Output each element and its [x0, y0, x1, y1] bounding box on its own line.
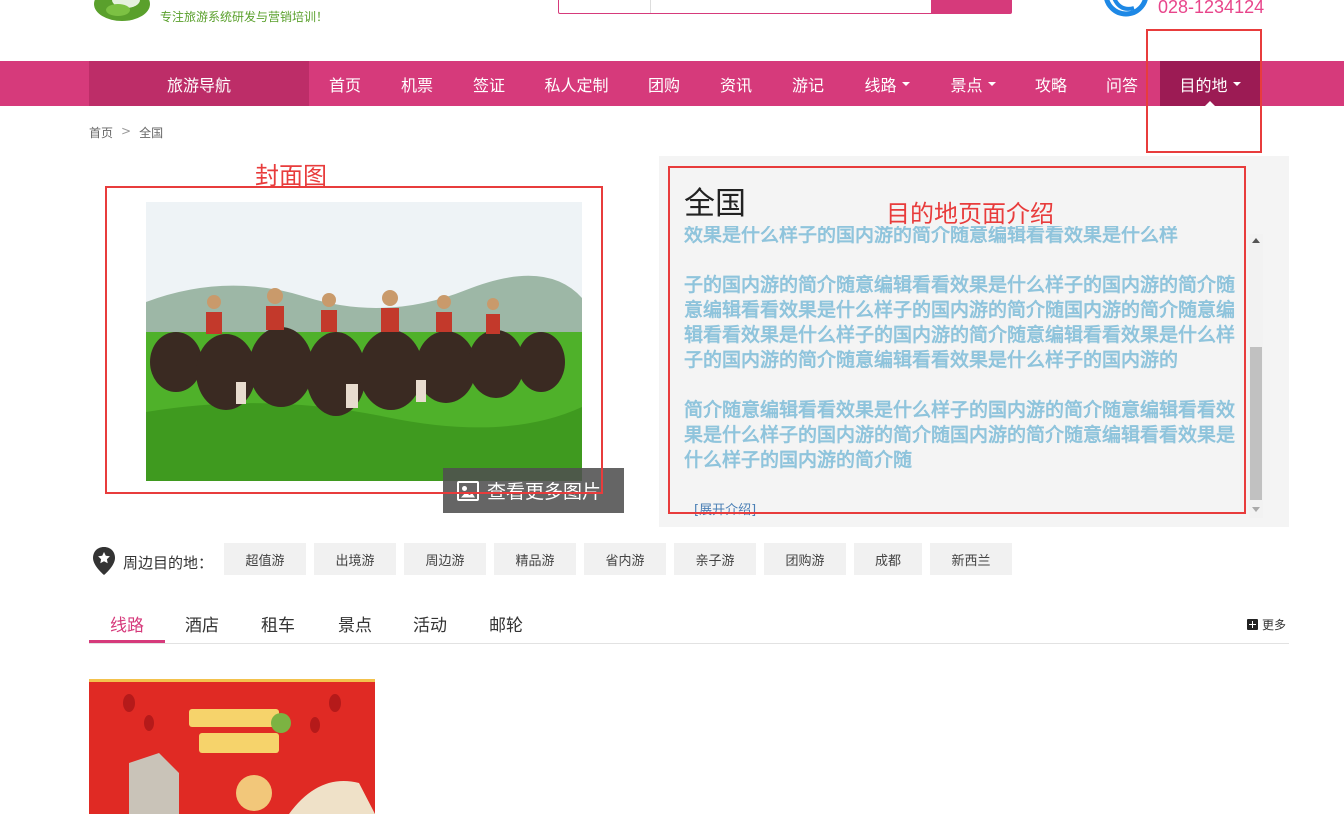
plus-icon	[1247, 619, 1258, 630]
nav-item-custom[interactable]: 私人定制	[525, 61, 628, 106]
nav-item-travelogue[interactable]: 游记	[772, 61, 844, 106]
breadcrumb-home[interactable]: 首页	[89, 124, 113, 141]
chevron-down-icon	[987, 81, 996, 86]
annotation-box-cover	[105, 186, 603, 494]
location-pin-icon	[93, 547, 115, 575]
scroll-up-arrow-icon[interactable]	[1252, 238, 1260, 243]
logo-icon[interactable]	[92, 0, 152, 24]
tab-routes[interactable]: 线路	[89, 611, 165, 643]
phone-icon	[1104, 0, 1148, 17]
intro-scrollbar-thumb[interactable]	[1250, 347, 1262, 500]
tab-attractions[interactable]: 景点	[325, 611, 385, 643]
annotation-box-intro	[668, 166, 1246, 514]
product-card-image[interactable]	[89, 663, 375, 814]
annotation-box-destination-nav	[1146, 29, 1262, 153]
nav-guide-menu[interactable]: 旅游导航	[89, 61, 309, 106]
nav-item-routes[interactable]: 线路	[844, 61, 930, 106]
search-bar	[558, 0, 1012, 14]
nearby-tag[interactable]: 成都	[854, 543, 922, 575]
nav-item-groupbuy[interactable]: 团购	[628, 61, 700, 106]
nearby-destinations-label: 周边目的地：	[123, 554, 214, 572]
nearby-tag[interactable]: 亲子游	[674, 543, 756, 575]
chevron-down-icon	[901, 81, 910, 86]
nav-item-visa[interactable]: 签证	[453, 61, 525, 106]
tab-hotels[interactable]: 酒店	[172, 611, 232, 643]
tabs-divider	[89, 643, 1289, 644]
nearby-tag[interactable]: 周边游	[404, 543, 486, 575]
site-tagline: 专注旅游系统研发与营销培训！	[160, 10, 329, 24]
nav-item-attractions[interactable]: 景点	[930, 61, 1016, 106]
nearby-tag[interactable]: 出境游	[314, 543, 396, 575]
tab-cruises[interactable]: 邮轮	[476, 611, 536, 643]
search-button[interactable]	[931, 0, 1011, 13]
breadcrumb-separator: >	[121, 124, 132, 138]
more-link-label: 更多	[1262, 618, 1287, 632]
nearby-tag[interactable]: 精品游	[494, 543, 576, 575]
nav-item-flights[interactable]: 机票	[381, 61, 453, 106]
nav-item-guides[interactable]: 攻略	[1016, 61, 1086, 106]
breadcrumb: 首页 > 全国	[89, 124, 163, 141]
nav-item-news[interactable]: 资讯	[700, 61, 772, 106]
scroll-down-arrow-icon[interactable]	[1252, 507, 1260, 512]
search-input[interactable]	[651, 0, 931, 13]
nearby-tag[interactable]: 团购游	[764, 543, 846, 575]
nearby-tag[interactable]: 省内游	[584, 543, 666, 575]
active-tab-indicator	[89, 640, 165, 643]
tab-activities[interactable]: 活动	[400, 611, 460, 643]
more-link[interactable]: 更多	[1247, 616, 1286, 633]
tab-car-rental[interactable]: 租车	[248, 611, 308, 643]
nearby-tag[interactable]: 超值游	[224, 543, 306, 575]
search-type-select[interactable]	[559, 0, 651, 13]
hotline-number: 028-1234124	[1158, 0, 1265, 17]
breadcrumb-current: 全国	[139, 126, 164, 140]
nearby-tag[interactable]: 新西兰	[930, 543, 1012, 575]
nav-item-home[interactable]: 首页	[309, 61, 381, 106]
